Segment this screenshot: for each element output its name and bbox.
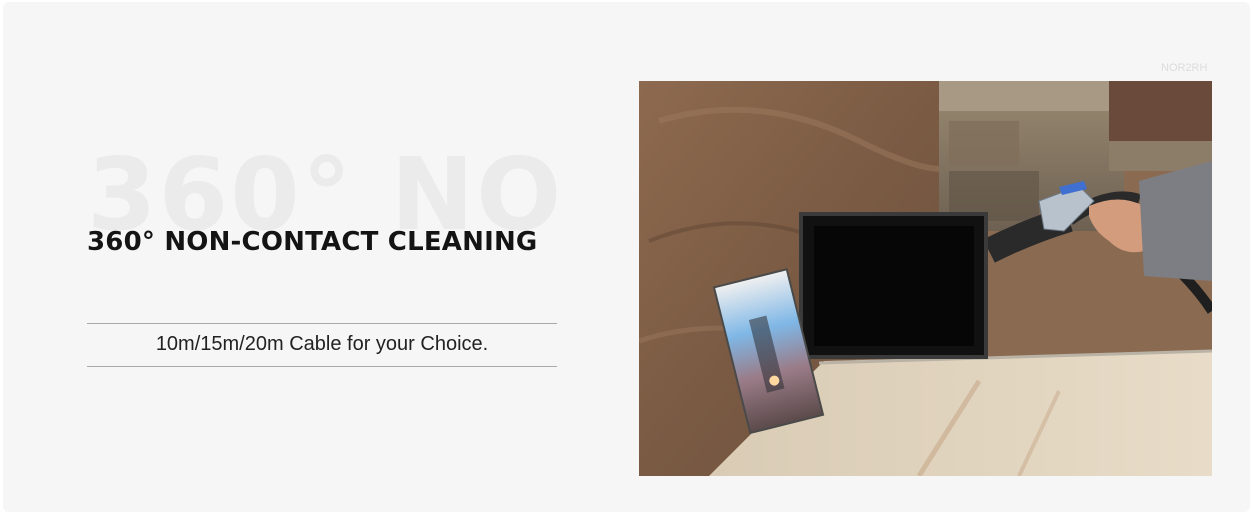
mulch	[1109, 81, 1212, 151]
divider-top	[87, 323, 557, 324]
section-subtitle: 10m/15m/20m Cable for your Choice.	[155, 333, 489, 355]
section-title: 360° NON-CONTACT CLEANING	[87, 227, 538, 257]
hand	[1089, 199, 1144, 253]
banner: 360° NON 360° NON-CONTACT CLEANING 10m/1…	[3, 2, 1250, 512]
divider-bottom	[87, 366, 557, 367]
photo-illustration	[639, 81, 1212, 476]
sleeve	[1139, 161, 1212, 281]
photo-watermark: NOR2RH	[1161, 62, 1208, 74]
laser-cleaning-photo	[639, 81, 1212, 476]
